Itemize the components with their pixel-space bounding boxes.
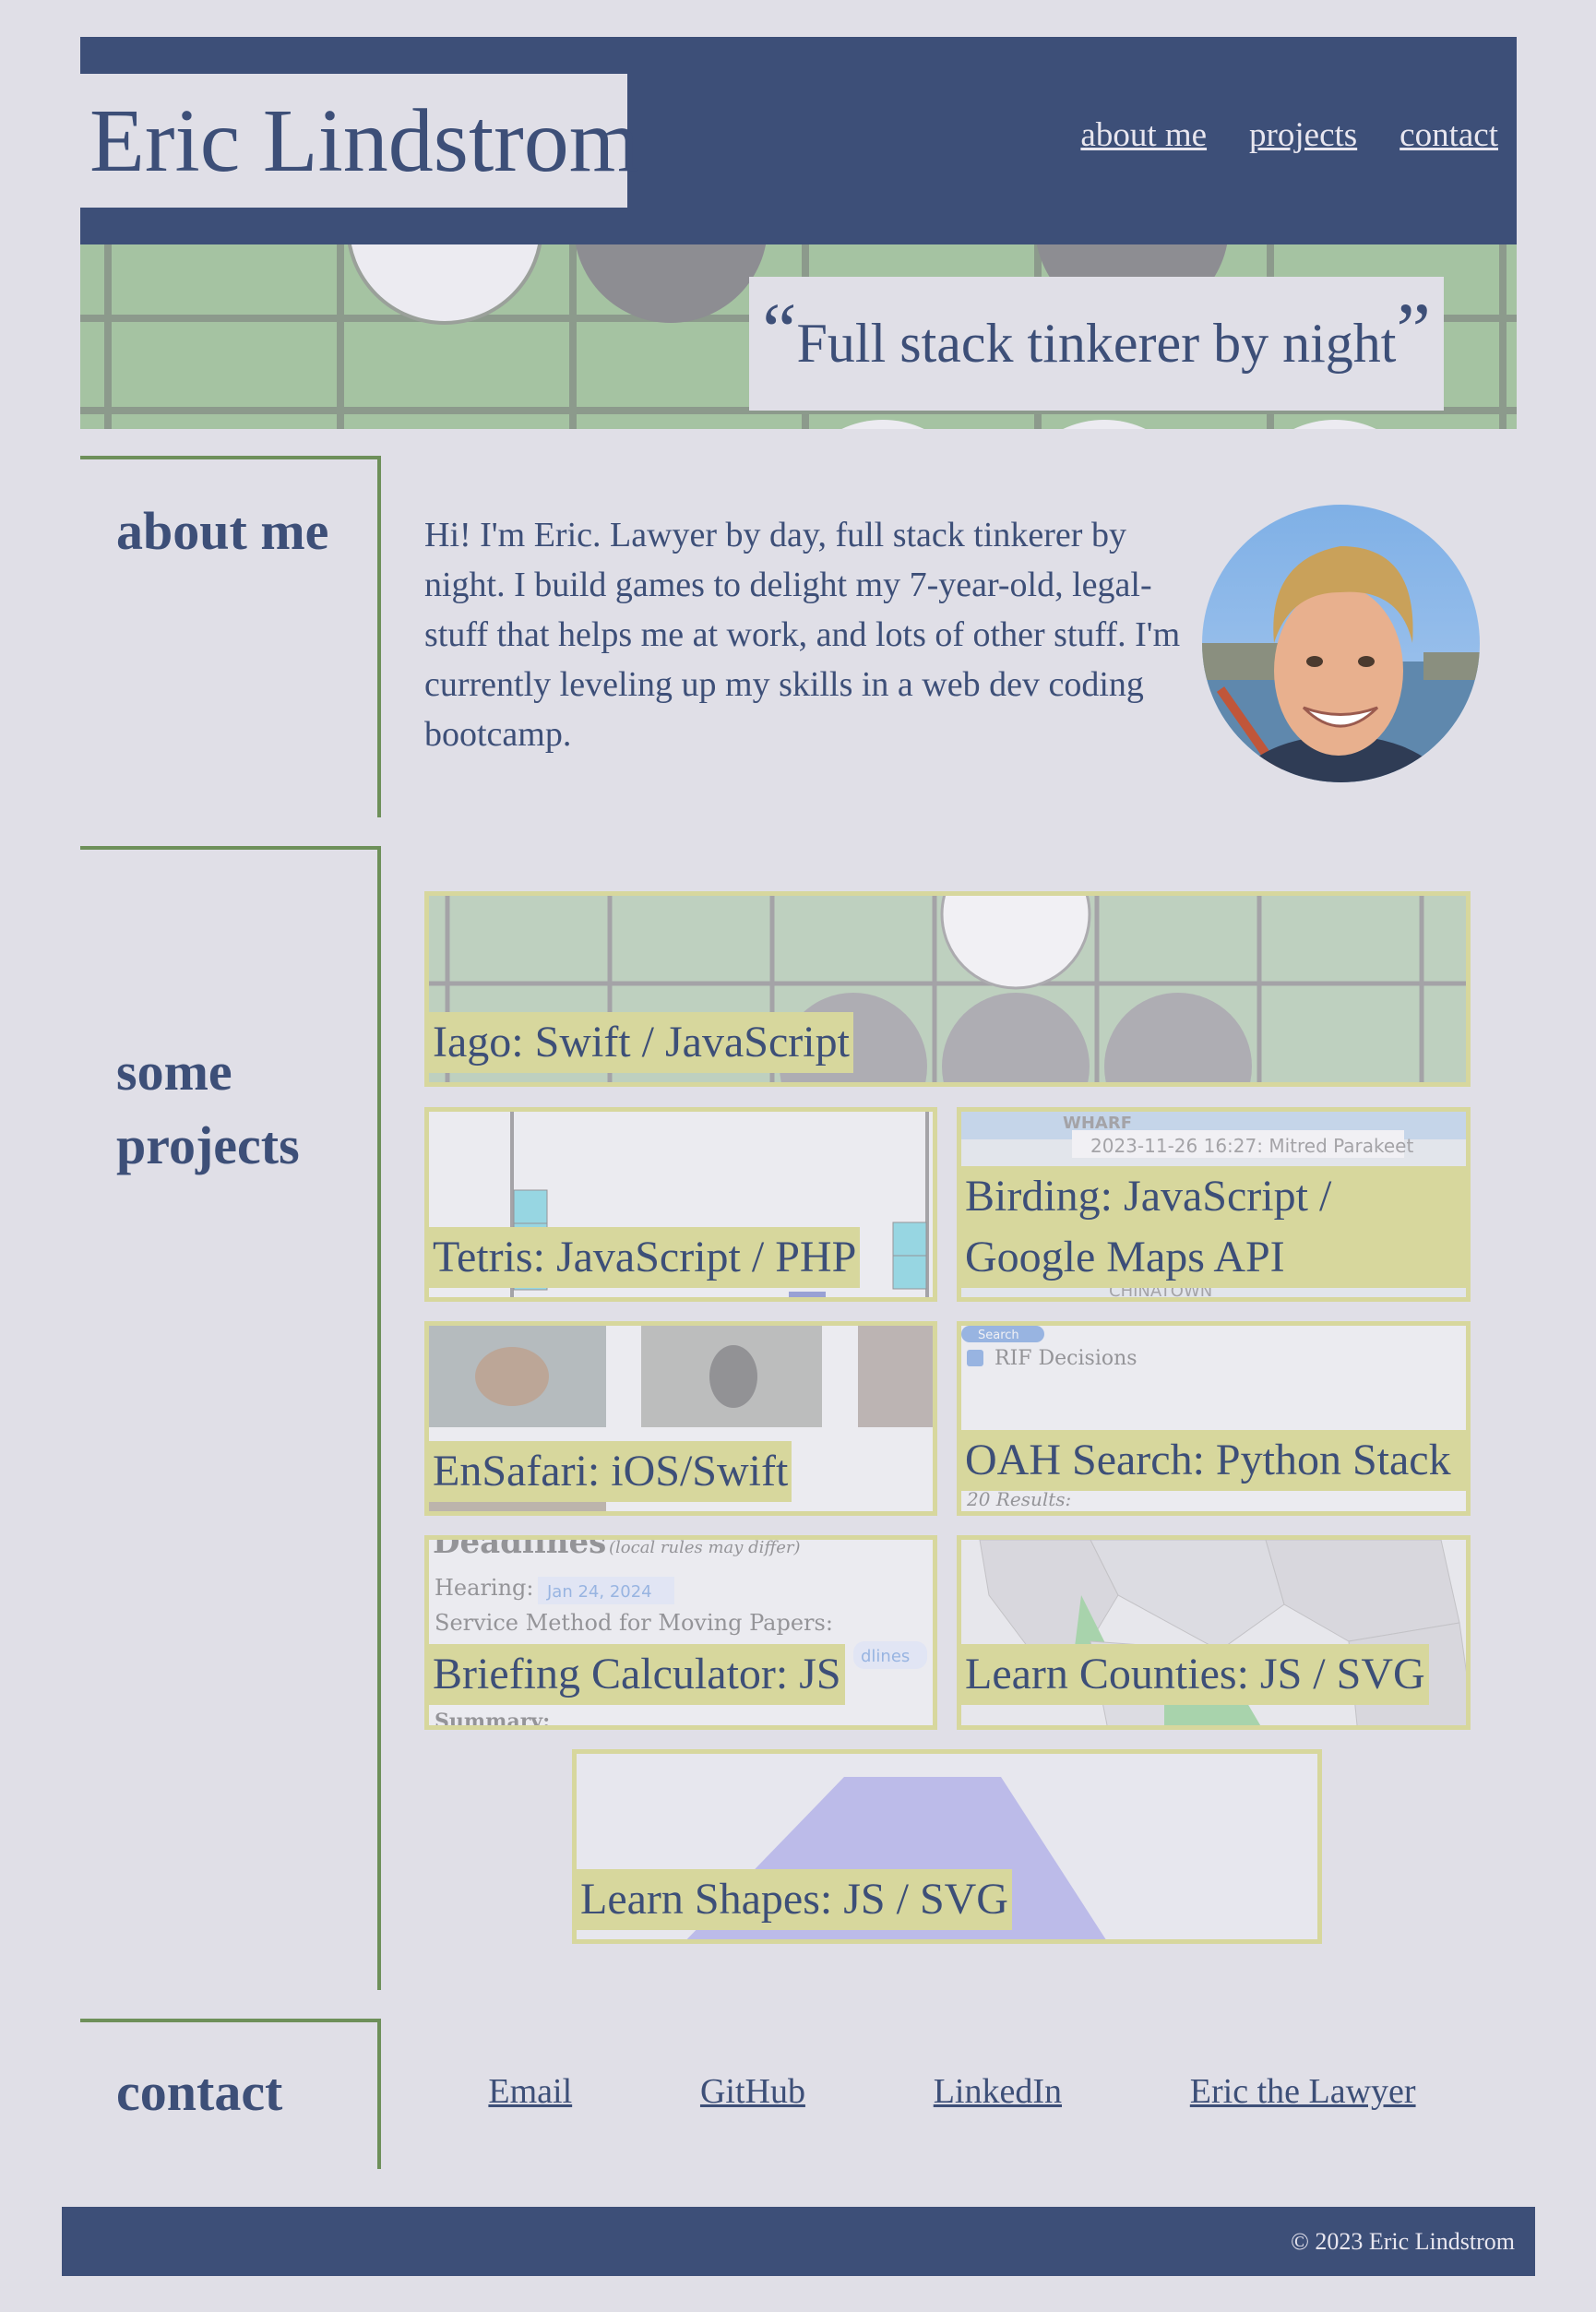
briefing-hearing: Hearing: — [435, 1575, 534, 1601]
site-footer: © 2023 Eric Lindstrom — [62, 2207, 1535, 2276]
project-card-learn-shapes[interactable]: Learn Shapes: JS / SVG — [572, 1749, 1322, 1944]
briefing-service: Service Method for Moving Papers: — [435, 1610, 833, 1636]
project-label: Tetris: JavaScript / PHP — [429, 1227, 861, 1288]
project-label: Briefing Calculator: JS — [429, 1644, 845, 1705]
project-card-briefing-calculator[interactable]: Deadlines (local rules may differ) Heari… — [424, 1535, 937, 1730]
linkedin-link[interactable]: LinkedIn — [934, 2071, 1062, 2112]
copyright-text: © 2023 Eric Lindstrom — [1291, 2227, 1515, 2255]
nav-projects[interactable]: projects — [1249, 115, 1357, 155]
project-card-birding[interactable]: 2023-11-26 16:27: Mitred Parakeet WHARF … — [957, 1107, 1471, 1302]
about-section-title: about me — [116, 501, 329, 561]
oah-results-text: 20 Results: — [966, 1488, 1071, 1510]
nav-about-me[interactable]: about me — [1080, 115, 1207, 155]
project-card-tetris[interactable]: Tetris: JavaScript / PHP — [424, 1107, 937, 1302]
briefing-date: Jan 24, 2024 — [546, 1582, 652, 1602]
project-label: Birding: JavaScript / Google Maps API — [961, 1166, 1466, 1288]
birding-popup-text: 2023-11-26 16:27: Mitred Parakeet — [1090, 1135, 1413, 1157]
project-label: EnSafari: iOS/Swift — [429, 1441, 792, 1502]
open-quote-mark: “ — [762, 288, 797, 374]
nav-contact[interactable]: contact — [1399, 115, 1498, 155]
tagline-quote: “ Full stack tinkerer by night ” — [749, 277, 1444, 411]
briefing-heading: Deadlines — [433, 1540, 606, 1561]
project-label: OAH Search: Python Stack — [961, 1430, 1466, 1491]
email-link[interactable]: Email — [488, 2071, 572, 2112]
projects-section-title: some projects — [116, 1042, 300, 1175]
github-link[interactable]: GitHub — [700, 2071, 805, 2112]
contact-section-title: contact — [116, 2062, 283, 2122]
eric-the-lawyer-link[interactable]: Eric the Lawyer — [1190, 2071, 1416, 2112]
hero-banner: “ Full stack tinkerer by night ” — [80, 244, 1517, 429]
profile-photo — [1202, 505, 1480, 782]
project-card-oah-search[interactable]: Search RIF Decisions 20 Results: OAH Sea… — [957, 1321, 1471, 1516]
project-card-learn-counties[interactable]: Learn Counties: JS / SVG — [957, 1535, 1471, 1730]
project-label: Learn Shapes: JS / SVG — [577, 1869, 1012, 1930]
oah-check-label: RIF Decisions — [995, 1347, 1137, 1370]
briefing-summary: Summary: — [435, 1710, 550, 1730]
site-title: Eric Lindstrom — [80, 74, 639, 208]
briefing-button-text: dlines — [861, 1647, 910, 1666]
avatar — [1202, 505, 1480, 782]
briefing-note: (local rules may differ) — [609, 1540, 800, 1557]
oah-search-tag: Search — [978, 1329, 1019, 1342]
about-text: Hi! I'm Eric. Lawyer by day, full stack … — [424, 516, 1181, 754]
tagline-text: Full stack tinkerer by night — [796, 313, 1397, 374]
site-header: Eric Lindstrom about me projects contact — [80, 37, 1517, 244]
main-nav: about me projects contact — [1080, 115, 1498, 155]
contact-links: Email GitHub LinkedIn Eric the Lawyer — [424, 2071, 1480, 2112]
projects-section-frame — [80, 846, 381, 1990]
project-card-ensafari[interactable]: EnSafari: iOS/Swift — [424, 1321, 937, 1516]
close-quote-mark: ” — [1396, 288, 1431, 374]
project-label: Iago: Swift / JavaScript — [429, 1012, 853, 1073]
birding-map-label-top: WHARF — [1063, 1114, 1132, 1133]
project-card-iago[interactable]: Iago: Swift / JavaScript — [424, 891, 1471, 1087]
project-label: Learn Counties: JS / SVG — [961, 1644, 1429, 1705]
